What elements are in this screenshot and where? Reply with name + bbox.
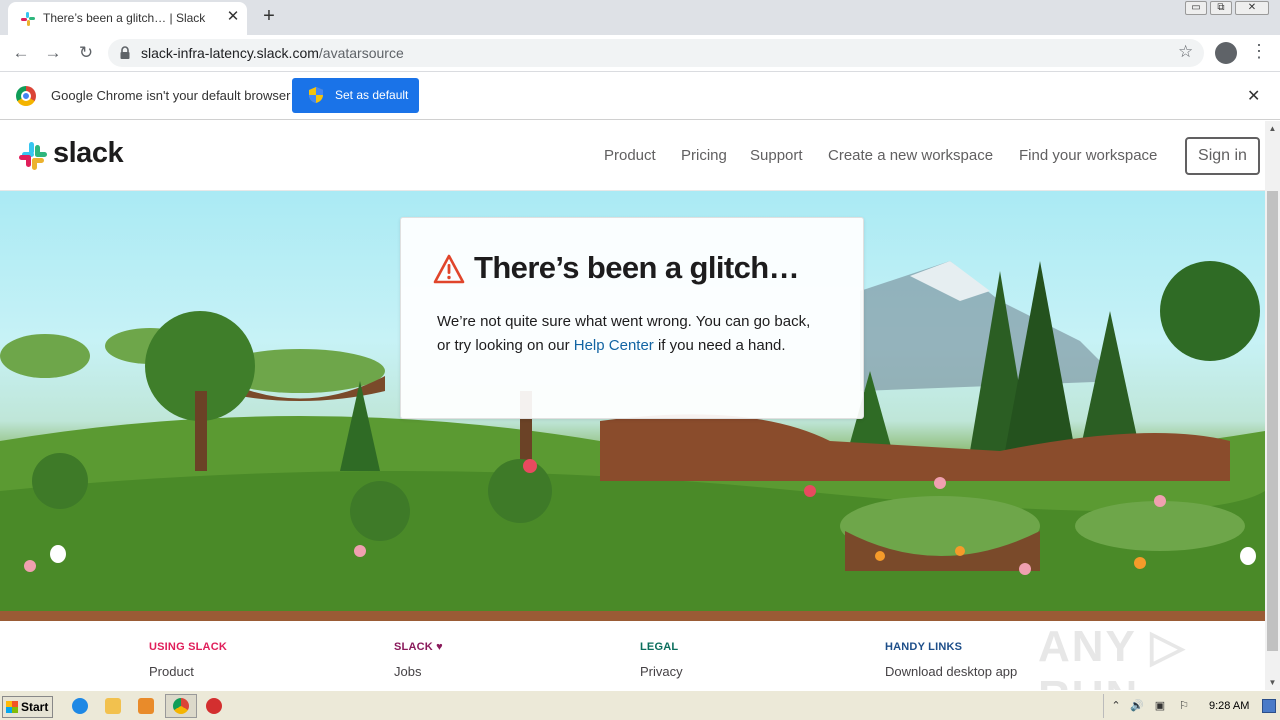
set-as-default-button[interactable]: Set as default bbox=[292, 78, 419, 113]
footer-heading-legal: LEGAL bbox=[640, 641, 679, 653]
profile-avatar-icon[interactable] bbox=[1215, 42, 1237, 64]
url-path: /avatarsource bbox=[318, 45, 404, 61]
chrome-menu-icon[interactable]: ⋮ bbox=[1250, 41, 1268, 62]
forward-icon[interactable]: → bbox=[41, 41, 65, 65]
network-icon[interactable]: ▣ bbox=[1154, 700, 1166, 712]
back-icon[interactable]: ← bbox=[9, 41, 33, 65]
slack-logo-icon[interactable] bbox=[19, 142, 47, 170]
web-page: slack Product Pricing Support Create a n… bbox=[0, 121, 1265, 690]
site-header: slack Product Pricing Support Create a n… bbox=[0, 121, 1265, 191]
footer-heading-using-slack: USING SLACK bbox=[149, 641, 227, 653]
chrome-taskbar-button[interactable] bbox=[165, 694, 197, 718]
start-label: Start bbox=[21, 700, 49, 714]
site-footer: USING SLACK Product SLACK ♥ Jobs LEGAL P… bbox=[0, 621, 1265, 690]
tab-strip: There’s been a glitch… | Slack ✕ + ▭ ⧉ ✕ bbox=[0, 0, 1280, 35]
error-card: There’s been a glitch… We’re not quite s… bbox=[400, 217, 864, 419]
anyrun-watermark: ANY ▷ RUN bbox=[1038, 622, 1187, 690]
slack-wordmark[interactable]: slack bbox=[53, 137, 124, 170]
scroll-down-arrow-icon[interactable]: ▼ bbox=[1265, 675, 1280, 690]
start-button[interactable]: Start bbox=[2, 696, 53, 718]
browser-toolbar: ← → ↻ slack-infra-latency.slack.com/avat… bbox=[0, 35, 1280, 72]
windows-taskbar: Start ⌃ 🔊 ▣ ⚐ 9:28 AM bbox=[0, 690, 1280, 720]
minimize-icon[interactable]: ▭ bbox=[1185, 1, 1207, 15]
scroll-thumb[interactable] bbox=[1267, 191, 1278, 651]
bookmark-star-icon[interactable]: ☆ bbox=[1178, 42, 1193, 62]
nav-support[interactable]: Support bbox=[750, 147, 803, 164]
show-desktop-icon[interactable] bbox=[1262, 699, 1276, 713]
address-bar[interactable]: slack-infra-latency.slack.com/avatarsour… bbox=[108, 39, 1204, 67]
chrome-logo-icon bbox=[16, 86, 36, 106]
volume-icon[interactable]: 🔊 bbox=[1130, 700, 1144, 712]
warning-icon bbox=[433, 254, 465, 284]
default-browser-infobar: Google Chrome isn't your default browser… bbox=[0, 72, 1280, 120]
new-tab-icon[interactable]: + bbox=[258, 6, 280, 28]
internet-explorer-icon[interactable] bbox=[72, 698, 88, 714]
footer-link-download-desktop-app[interactable]: Download desktop app bbox=[885, 664, 1017, 679]
error-message-tail: if you need a hand. bbox=[653, 337, 786, 354]
footer-heading-handy-links: HANDY LINKS bbox=[885, 641, 963, 653]
error-message: We’re not quite sure what went wrong. Yo… bbox=[437, 310, 827, 358]
window-close-icon[interactable]: ✕ bbox=[1235, 1, 1269, 15]
nav-find-workspace[interactable]: Find your workspace bbox=[1019, 147, 1157, 164]
footer-link-product[interactable]: Product bbox=[149, 664, 194, 679]
slack-favicon-icon bbox=[21, 12, 35, 26]
footer-link-privacy[interactable]: Privacy bbox=[640, 664, 683, 679]
taskbar-clock[interactable]: 9:28 AM bbox=[1209, 700, 1249, 712]
url-domain: slack-infra-latency.slack.com bbox=[141, 45, 319, 61]
footer-link-jobs[interactable]: Jobs bbox=[394, 664, 421, 679]
tab-title: There’s been a glitch… | Slack bbox=[43, 11, 206, 25]
scroll-up-arrow-icon[interactable]: ▲ bbox=[1265, 121, 1280, 136]
help-center-link[interactable]: Help Center bbox=[574, 337, 654, 354]
error-title: There’s been a glitch… bbox=[474, 250, 800, 285]
page-scrollbar[interactable]: ▲ ▼ bbox=[1265, 121, 1280, 690]
uac-shield-icon bbox=[309, 87, 323, 103]
nav-pricing[interactable]: Pricing bbox=[681, 147, 727, 164]
browser-tab[interactable]: There’s been a glitch… | Slack ✕ bbox=[8, 2, 247, 35]
nav-create-workspace[interactable]: Create a new workspace bbox=[828, 147, 993, 164]
action-center-flag-icon[interactable]: ⚐ bbox=[1178, 700, 1190, 712]
stop-icon[interactable] bbox=[206, 698, 222, 714]
infobar-close-icon[interactable]: ✕ bbox=[1247, 86, 1260, 106]
url-text: slack-infra-latency.slack.com/avatarsour… bbox=[141, 45, 404, 61]
sign-in-button[interactable]: Sign in bbox=[1185, 137, 1260, 175]
windows-logo-icon bbox=[6, 701, 18, 713]
media-player-icon[interactable] bbox=[138, 698, 154, 714]
lock-icon bbox=[120, 46, 130, 59]
tab-close-icon[interactable]: ✕ bbox=[224, 8, 242, 26]
reload-icon[interactable]: ↻ bbox=[74, 41, 98, 65]
chrome-taskbar-icon bbox=[173, 698, 189, 714]
footer-heading-slack: SLACK ♥ bbox=[394, 641, 443, 653]
nav-product[interactable]: Product bbox=[604, 147, 656, 164]
set-as-default-label: Set as default bbox=[335, 88, 409, 102]
file-explorer-icon[interactable] bbox=[105, 698, 121, 714]
show-hidden-icons-icon[interactable]: ⌃ bbox=[1110, 700, 1122, 712]
system-tray: ⌃ 🔊 ▣ ⚐ 9:28 AM bbox=[1103, 694, 1278, 718]
infobar-message: Google Chrome isn't your default browser bbox=[51, 88, 291, 103]
restore-icon[interactable]: ⧉ bbox=[1210, 1, 1232, 15]
